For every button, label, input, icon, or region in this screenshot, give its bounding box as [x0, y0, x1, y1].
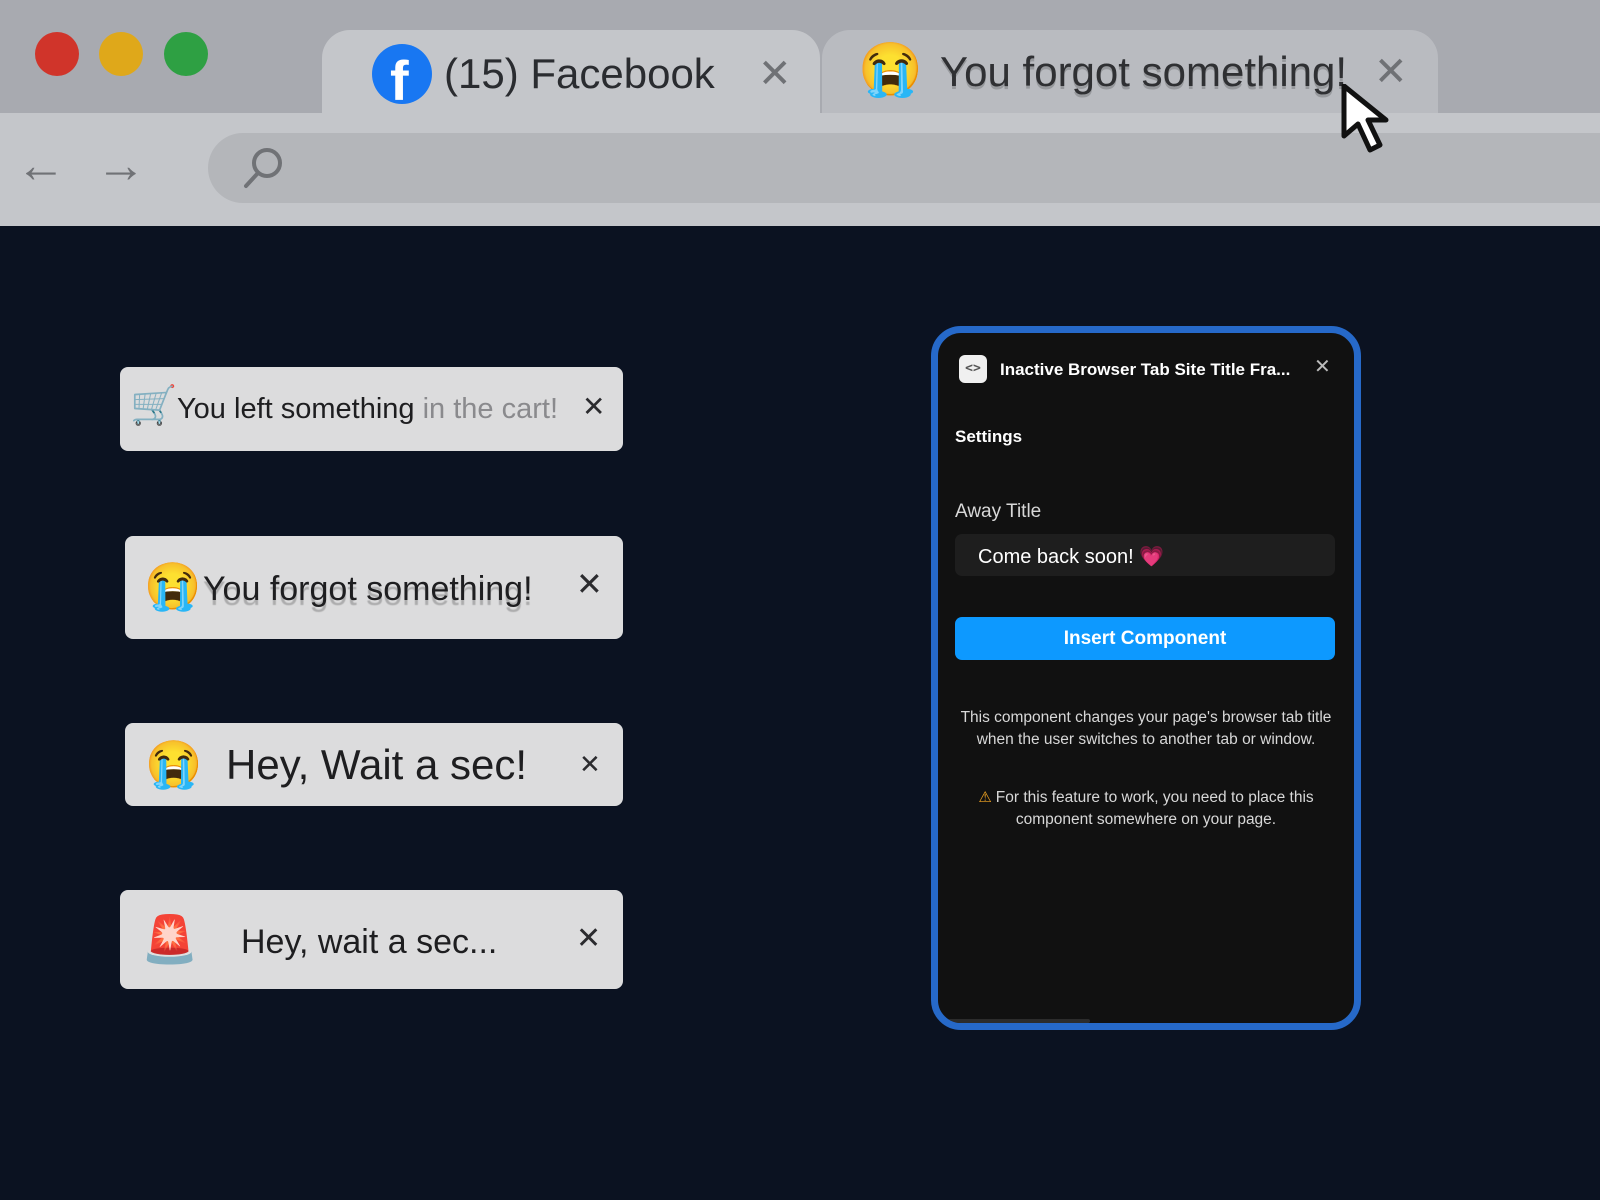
panel-header: <> Inactive Browser Tab Site Title Fra..…: [938, 333, 1354, 409]
maximize-window-button[interactable]: [164, 32, 208, 76]
component-description: This component changes your page's brows…: [960, 709, 1332, 748]
crying-face-icon: 😭: [144, 560, 202, 612]
code-icon: <>: [959, 355, 987, 383]
close-icon[interactable]: ✕: [1314, 357, 1331, 377]
warning-text: For this feature to work, you need to pl…: [995, 789, 1314, 828]
tab-title: (15) Facebook: [444, 50, 715, 97]
tab-example-wait: 😭 Hey, Wait a sec! ✕: [125, 723, 623, 806]
tab-close-button[interactable]: ✕: [758, 54, 792, 94]
close-icon[interactable]: ✕: [576, 568, 603, 600]
crying-face-icon: 😭: [145, 738, 203, 790]
shopping-cart-icon: 🛒: [130, 385, 178, 427]
tab-example-text: Hey, wait a sec...: [241, 923, 498, 961]
facebook-icon: f: [372, 44, 432, 112]
tab-example-text-main: You left something: [177, 393, 415, 425]
insert-component-button[interactable]: Insert Component: [955, 617, 1335, 660]
warning-icon: ⚠: [978, 789, 992, 806]
tab-example-cart: 🛒 You left something in the cart! ✕: [120, 367, 623, 451]
scrollbar[interactable]: [945, 1019, 1090, 1023]
back-arrow-icon[interactable]: ←: [16, 140, 66, 190]
panel-title: Inactive Browser Tab Site Title Fra...: [1000, 360, 1291, 379]
tab-facebook[interactable]: f (15) Facebook ✕: [322, 30, 820, 114]
tab-example-text: Hey, Wait a sec!: [226, 741, 528, 788]
away-title-label: Away Title: [955, 501, 1042, 522]
plugin-panel: <> Inactive Browser Tab Site Title Fra..…: [931, 326, 1361, 1030]
tab-example-text-faded: in the cart!: [422, 393, 559, 425]
crying-face-icon: 😭: [858, 41, 923, 99]
siren-icon: 🚨: [141, 913, 199, 965]
tab-example-forgot: 😭 You forgot something! ✕: [125, 536, 623, 639]
away-title-input[interactable]: Come back soon! 💗: [955, 534, 1335, 576]
warning-note: ⚠ For this feature to work, you need to p…: [955, 787, 1337, 831]
search-icon: [244, 148, 282, 188]
mouse-cursor-icon: [1341, 84, 1389, 153]
minimize-window-button[interactable]: [99, 32, 143, 76]
close-icon[interactable]: ✕: [579, 751, 601, 777]
forward-arrow-icon[interactable]: →: [96, 140, 146, 190]
close-icon[interactable]: ✕: [576, 924, 601, 954]
close-window-button[interactable]: [35, 32, 79, 76]
close-icon[interactable]: ✕: [582, 393, 605, 421]
tab-example-text: You forgot something!: [203, 570, 533, 608]
tab-example-siren: 🚨 Hey, wait a sec... ✕: [120, 890, 623, 989]
settings-heading: Settings: [955, 427, 1023, 446]
tab-title: You forgot something!: [940, 48, 1348, 95]
tab-example-text: You left something in the cart!: [177, 393, 558, 426]
